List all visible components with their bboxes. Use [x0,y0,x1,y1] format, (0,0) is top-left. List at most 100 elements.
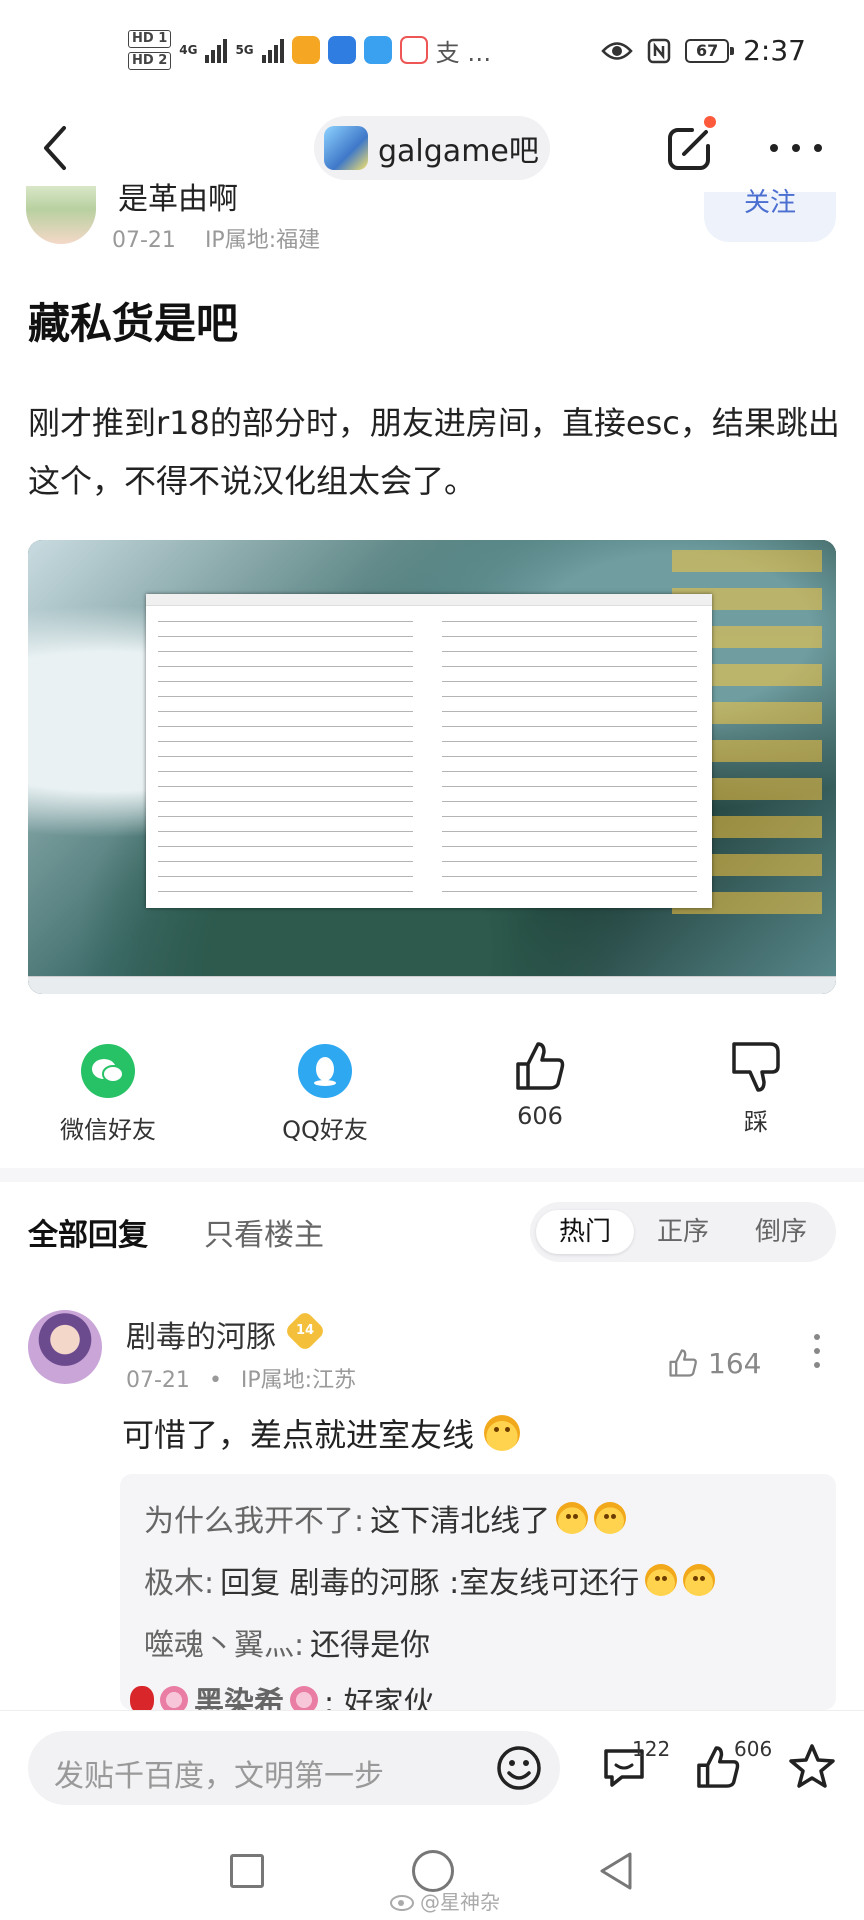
windows-taskbar [28,976,836,994]
sub-reply-item: 为什么我开不了: 这下清北线了 [144,1496,627,1540]
level-number: 14 [295,1323,315,1338]
signal-icon [205,37,228,63]
sub-reply-text: : 好家伙 [324,1686,434,1710]
share-qq-button[interactable]: QQ好友 [245,1036,405,1145]
like-button[interactable]: 606 [460,1036,620,1130]
reply-date: 07-21 [126,1368,190,1393]
forum-name: galgame吧 [378,134,539,169]
post-date: 07-21 [112,228,176,253]
battery-indicator: 67 [685,38,735,63]
dislike-button[interactable]: 踩 [676,1036,836,1137]
comment-count: 122 [632,1737,671,1761]
reply-like-button[interactable]: 164 [666,1346,761,1380]
share-qq-label: QQ好友 [282,1116,368,1144]
replies-header: 全部回复 只看楼主 热门 正序 倒序 [0,1200,864,1264]
game-app-icon [291,36,320,64]
bottom-like-count: 606 [734,1737,773,1761]
forum-header-pill[interactable]: galgame吧 [314,116,550,180]
thumb-up-icon [669,1349,697,1377]
laugh-emoji-icon [683,1564,716,1596]
math-document-window [146,594,712,908]
sub-reply-item: 噬魂丶翼灬: 还得是你 [144,1620,430,1664]
reply-meta-separator: • [208,1368,222,1393]
reply-meta: 07-21 • IP属地:江苏 [126,1362,356,1394]
sort-descending[interactable]: 倒序 [732,1210,830,1254]
like-count: 606 [517,1102,563,1130]
sort-hot[interactable]: 热门 [536,1210,634,1254]
more-options-icon[interactable] [770,128,822,168]
sub-reply-item: 黑染希 : 好家伙 [130,1678,434,1710]
sub-reply-item: 极木: 回复 剧毒的河豚 :室友线可还行 [144,1558,716,1602]
status-extra-text: 支 … [435,38,492,67]
star-icon[interactable] [786,1741,838,1793]
weibo-logo-icon [390,1894,414,1911]
share-wechat-label: 微信好友 [60,1116,156,1144]
sub-reply-author[interactable]: 黑染希 [194,1678,284,1710]
reply-avatar[interactable] [28,1310,102,1384]
post-body: 刚才推到r18的部分时，朋友进房间，直接esc，结果跳出这个，不得不说汉化组太会… [28,404,840,500]
flower-emoji-icon [160,1686,188,1710]
tab-op-only[interactable]: 只看楼主 [204,1210,324,1254]
sub-reply-text: 还得是你 [310,1628,431,1663]
sub-reply-author[interactable]: 噬魂丶翼灬: [144,1620,304,1664]
signal-icon-2 [261,37,284,63]
sub-reply-text: 回复 剧毒的河豚 :室友线可还行 [220,1566,640,1601]
dislike-label: 踩 [744,1108,768,1136]
post-author-row: 是革由啊 07-21 IP属地:福建 关注 [0,182,864,258]
follow-button[interactable]: 关注 [704,190,836,242]
reply-author-name[interactable]: 剧毒的河豚 [126,1312,276,1356]
hd2-indicator: HD 2 [128,52,172,70]
share-wechat-button[interactable]: 微信好友 [28,1036,188,1145]
recent-apps-icon[interactable] [230,1854,264,1888]
reply-like-count: 164 [708,1346,762,1380]
sort-ascending[interactable]: 正序 [634,1210,732,1254]
watermark-text: @星神杂 [420,1890,500,1914]
system-nav-bar: @星神杂 [0,1820,864,1920]
back-triangle-icon[interactable] [596,1850,636,1892]
thumb-up-icon [516,1042,565,1090]
network-5g-label: 5G [235,43,254,57]
watermark: @星神杂 [390,1886,500,1915]
back-arrow-icon[interactable] [36,122,76,174]
sub-reply-author[interactable]: 为什么我开不了: [144,1496,364,1540]
level-badge: 14 [283,1309,327,1353]
weibo-app-icon [399,36,428,64]
reply-text: 可惜了，差点就进室友线 [122,1416,475,1454]
post-title: 藏私货是吧 [28,299,239,348]
status-bar: HD 1 HD 2 4G 5G 支 … 67 2:37 [0,0,864,108]
section-divider [0,1168,864,1182]
author-avatar[interactable] [26,186,96,244]
sort-selector: 热门 正序 倒序 [530,1202,836,1262]
post-ip: IP属地:福建 [204,228,321,253]
clock: 2:37 [743,34,806,67]
sub-replies-box[interactable]: 为什么我开不了: 这下清北线了 极木: 回复 剧毒的河豚 :室友线可还行 噬魂丶… [120,1474,836,1710]
hd1-indicator: HD 1 [128,30,172,48]
hug-emoji-icon [594,1502,627,1534]
share-row: 微信好友 QQ好友 606 踩 [0,1036,864,1144]
reply-more-icon[interactable] [814,1334,822,1368]
bottom-input-bar: 发贴千百度，文明第一步 122 606 [0,1710,864,1820]
reply-text-row: 可惜了，差点就进室友线 [122,1410,521,1456]
hug-emoji-icon [556,1502,589,1534]
network-4g-label: 4G [179,43,198,57]
smile-emoji-icon [484,1415,521,1451]
author-name[interactable]: 是革由啊 [118,174,238,218]
reply-input[interactable]: 发贴千百度，文明第一步 [28,1731,560,1805]
tab-all-replies[interactable]: 全部回复 [28,1210,148,1254]
flower-emoji-icon [290,1686,318,1710]
reply-input-placeholder: 发贴千百度，文明第一步 [54,1759,384,1794]
laugh-emoji-icon [645,1564,678,1596]
author-meta: 07-21 IP属地:福建 [112,222,320,254]
sub-reply-author[interactable]: 极木: [144,1558,214,1602]
lightbulb-app-icon [327,36,356,64]
edit-post-icon[interactable] [662,120,718,176]
wechat-icon [81,1044,135,1098]
forum-avatar [324,126,368,170]
qq-icon [298,1044,352,1098]
nfc-icon [647,38,671,63]
apple-emoji-icon [130,1686,154,1710]
post-image[interactable] [28,540,836,994]
emoji-picker-icon[interactable] [494,1743,544,1793]
cloud-app-icon [363,36,392,64]
eye-icon [601,41,633,60]
